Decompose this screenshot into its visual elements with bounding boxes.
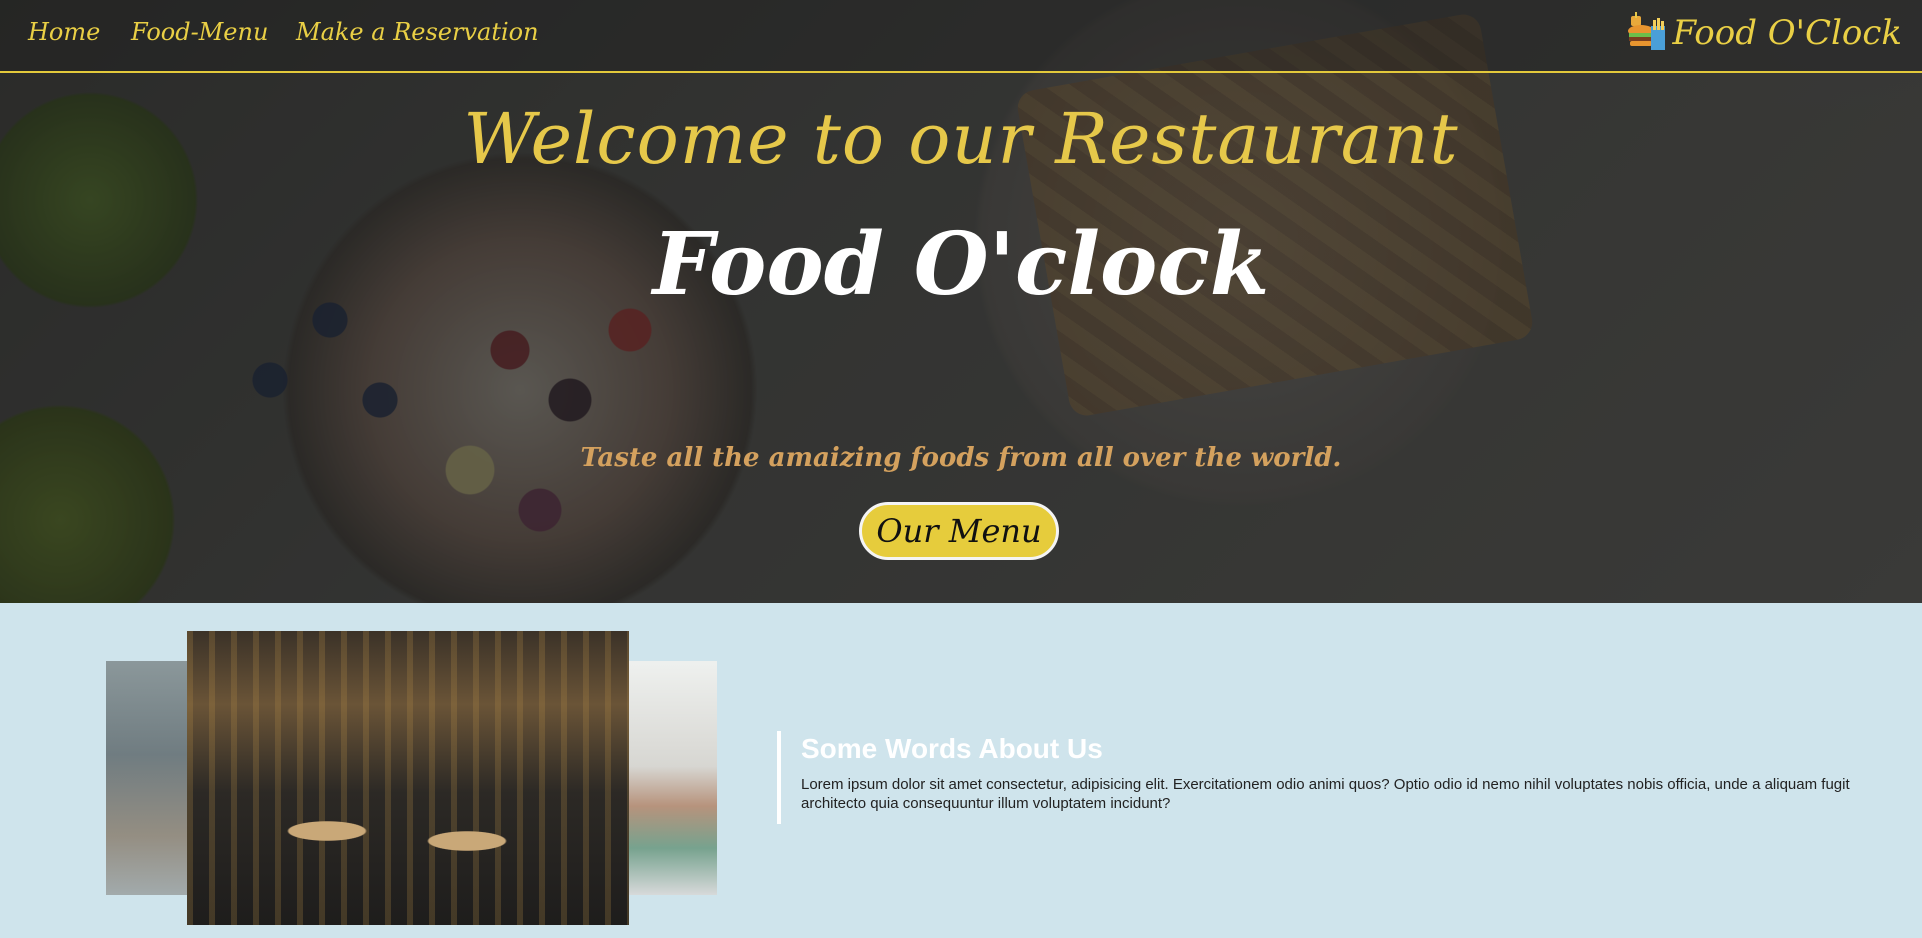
about-photo-restaurant-interior — [187, 631, 629, 925]
hero-tagline: Taste all the amaizing foods from all ov… — [580, 443, 1342, 473]
our-menu-button[interactable]: Our Menu — [859, 502, 1059, 560]
about-title: Some Words About Us — [801, 733, 1103, 764]
burger-fries-logo-icon — [1627, 12, 1665, 50]
nav-link-reservation[interactable]: Make a Reservation — [296, 18, 539, 46]
about-body: Lorem ipsum dolor sit amet consectetur, … — [801, 776, 1850, 812]
brand-name: Food O'Clock — [1672, 13, 1902, 53]
hero-restaurant-name: Food O'clock — [652, 214, 1270, 315]
about-text-block: Some Words About Us Lorem ipsum dolor si… — [777, 731, 1877, 824]
about-photo-right — [626, 661, 717, 895]
hero-welcome-heading: Welcome to our Restaurant — [463, 98, 1459, 180]
nav-link-food-menu[interactable]: Food-Menu — [131, 18, 268, 46]
photo-tables-detail — [247, 811, 547, 891]
top-navbar: Home Food-Menu Make a Reservation Food O… — [0, 0, 1922, 73]
about-photo-left — [106, 661, 188, 895]
brand-logo[interactable]: Food O'Clock — [1625, 8, 1902, 58]
nav-link-home[interactable]: Home — [28, 18, 100, 46]
